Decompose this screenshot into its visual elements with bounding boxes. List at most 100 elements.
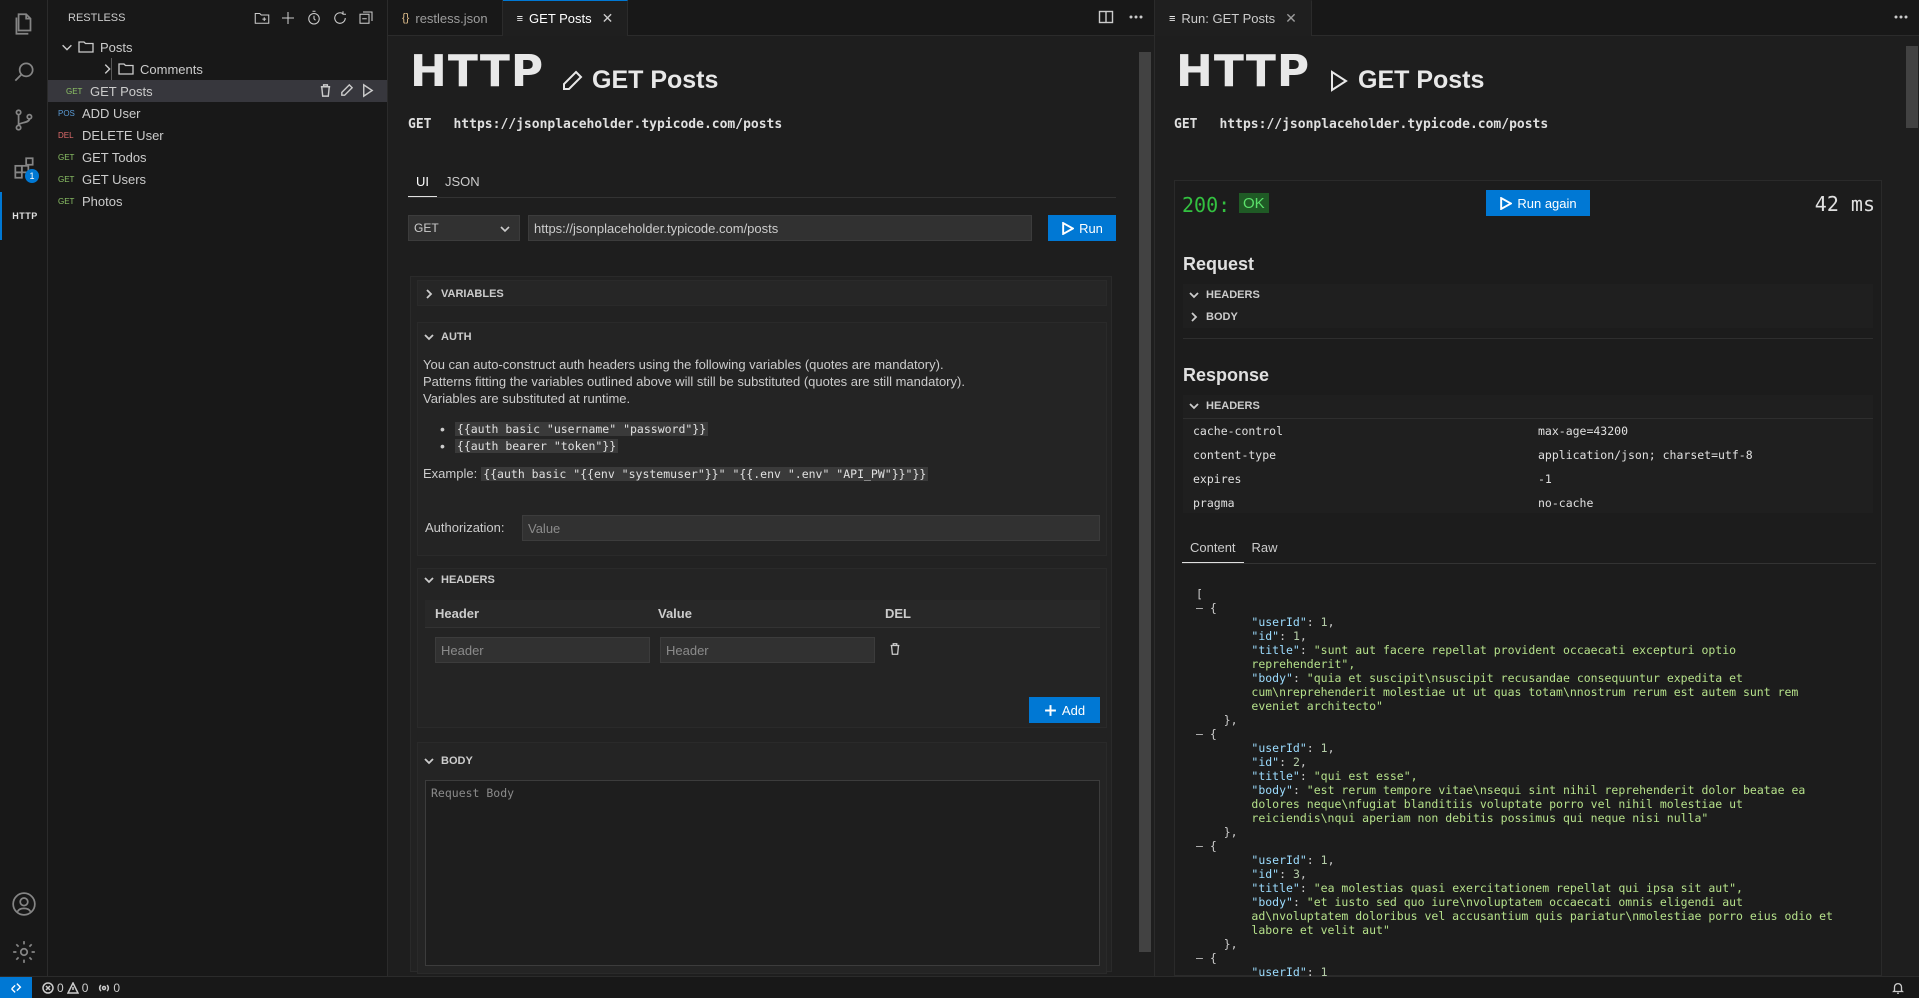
chevron-down-icon bbox=[62, 44, 72, 51]
method-tag: POS bbox=[58, 108, 75, 118]
tree-item-add-user[interactable]: POS ADD User bbox=[48, 102, 387, 124]
json-key: "title" bbox=[1251, 643, 1300, 657]
collapse-toggle[interactable]: – bbox=[1196, 727, 1203, 741]
stopwatch-icon[interactable] bbox=[305, 9, 323, 27]
method-select[interactable]: GET bbox=[408, 215, 520, 241]
play-icon bbox=[1500, 196, 1513, 210]
json-file-icon: {} bbox=[402, 12, 410, 24]
response-scrollbar[interactable] bbox=[1906, 46, 1918, 128]
request-body-toggle[interactable]: BODY bbox=[1188, 311, 1238, 323]
tree-item-get-users[interactable]: GET GET Users bbox=[48, 168, 387, 190]
body-label: BODY bbox=[441, 755, 473, 767]
json-number: 1 bbox=[1320, 741, 1328, 755]
play-icon[interactable] bbox=[1326, 69, 1350, 93]
chevron-right-icon bbox=[426, 289, 433, 299]
auth-description: You can auto-construct auth headers usin… bbox=[423, 356, 1083, 407]
body-toggle[interactable]: BODY bbox=[423, 755, 473, 767]
play-icon[interactable] bbox=[360, 83, 375, 98]
accounts-button[interactable] bbox=[0, 880, 48, 928]
request-headers-toggle[interactable]: HEADERS bbox=[1188, 289, 1260, 301]
close-icon[interactable]: ✕ bbox=[602, 10, 614, 27]
json-string: reiciendis\nqui aperiam non debitis poss… bbox=[1251, 811, 1709, 825]
json-string: cum\nreprehenderit molestiae ut ut quas … bbox=[1251, 685, 1799, 699]
more-actions-icon[interactable] bbox=[1128, 9, 1144, 25]
json-string: ad\nvoluptatem doloribus vel accusantium… bbox=[1251, 909, 1833, 923]
collapse-toggle[interactable]: – bbox=[1196, 601, 1203, 615]
response-duration: 42 ms bbox=[1814, 192, 1875, 216]
header-name-input[interactable] bbox=[435, 637, 650, 663]
extensions-button[interactable]: 1 bbox=[0, 144, 48, 192]
tree-item-delete-user[interactable]: DEL DELETE User bbox=[48, 124, 387, 146]
close-icon[interactable]: ✕ bbox=[1285, 10, 1297, 27]
auth-toggle[interactable]: AUTH bbox=[423, 331, 472, 343]
tree-item-get-posts[interactable]: GET GET Posts bbox=[48, 80, 387, 102]
response-json-view: [ – { "userId": 1, "id": 1, "title": "su… bbox=[1196, 587, 1833, 979]
json-key: "body" bbox=[1251, 671, 1293, 685]
request-method: GET bbox=[1174, 117, 1198, 132]
auth-pattern-item: {{auth bearer "token"}} bbox=[440, 437, 708, 454]
response-header-value: -1 bbox=[1538, 472, 1552, 486]
tree-item-photos[interactable]: GET Photos bbox=[48, 190, 387, 212]
http-view-button[interactable]: HTTP bbox=[0, 192, 48, 240]
pencil-icon[interactable] bbox=[560, 69, 584, 93]
source-control-button[interactable] bbox=[0, 96, 48, 144]
tree-item-label: Photos bbox=[82, 193, 123, 209]
tree-item-label: DELETE User bbox=[82, 127, 164, 143]
trash-icon[interactable] bbox=[318, 83, 333, 98]
add-header-button[interactable]: Add bbox=[1029, 697, 1100, 723]
tab-restless-json[interactable]: {} restless.json bbox=[388, 0, 503, 36]
editor-scrollbar[interactable] bbox=[1139, 52, 1151, 952]
tree-folder-posts[interactable]: Posts bbox=[48, 36, 387, 58]
notifications-button[interactable] bbox=[1891, 981, 1905, 998]
manage-button[interactable] bbox=[0, 928, 48, 976]
authorization-input[interactable] bbox=[522, 515, 1100, 541]
request-url: https://jsonplaceholder.typicode.com/pos… bbox=[453, 117, 783, 132]
search-button[interactable] bbox=[0, 48, 48, 96]
headers-toggle[interactable]: HEADERS bbox=[423, 574, 495, 586]
remote-indicator[interactable] bbox=[0, 976, 32, 998]
auth-label: AUTH bbox=[441, 331, 472, 343]
tree-folder-comments[interactable]: Comments bbox=[48, 58, 387, 80]
new-folder-icon[interactable] bbox=[253, 9, 271, 27]
http-heading: HTTP bbox=[1176, 46, 1311, 97]
more-actions-icon[interactable] bbox=[1893, 9, 1909, 25]
json-string: labore et velit aut" bbox=[1251, 923, 1390, 937]
pencil-icon[interactable] bbox=[339, 83, 354, 98]
run-again-button[interactable]: Run again bbox=[1486, 190, 1590, 216]
variables-toggle[interactable]: VARIABLES bbox=[423, 288, 504, 300]
run-button[interactable]: Run bbox=[1048, 215, 1116, 241]
collapse-all-icon[interactable] bbox=[357, 9, 375, 27]
response-header-value: no-cache bbox=[1538, 496, 1594, 510]
request-headers-label: HEADERS bbox=[1206, 289, 1260, 301]
plus-icon[interactable] bbox=[279, 9, 297, 27]
explorer-button[interactable] bbox=[0, 0, 48, 48]
tab-json[interactable]: JSON bbox=[437, 168, 488, 197]
collapse-toggle[interactable]: – bbox=[1196, 839, 1203, 853]
variables-label: VARIABLES bbox=[441, 288, 504, 300]
response-headers-toggle[interactable]: HEADERS bbox=[1188, 400, 1260, 412]
refresh-icon[interactable] bbox=[331, 9, 349, 27]
run-again-label: Run again bbox=[1517, 195, 1577, 211]
tab-raw[interactable]: Raw bbox=[1244, 534, 1286, 563]
method-tag: DEL bbox=[58, 130, 74, 140]
problems-indicator[interactable]: 0 0 bbox=[42, 981, 88, 995]
request-body-input[interactable] bbox=[425, 780, 1100, 966]
tree-item-get-todos[interactable]: GET GET Todos bbox=[48, 146, 387, 168]
collapse-toggle[interactable]: – bbox=[1196, 951, 1203, 965]
tab-run-get-posts[interactable]: ≡ Run: GET Posts ✕ bbox=[1155, 0, 1312, 36]
url-input[interactable] bbox=[528, 215, 1032, 241]
json-string: reprehenderit", bbox=[1251, 657, 1356, 671]
tab-get-posts[interactable]: ≡ GET Posts ✕ bbox=[502, 0, 629, 36]
tab-content[interactable]: Content bbox=[1182, 534, 1244, 563]
divider bbox=[1183, 338, 1873, 339]
header-value-input[interactable] bbox=[660, 637, 875, 663]
ports-indicator[interactable]: 0 bbox=[98, 981, 120, 995]
auth-example: Example: {{auth basic "{{env "systemuser… bbox=[423, 466, 929, 481]
chevron-right-icon bbox=[104, 64, 111, 74]
split-editor-icon[interactable] bbox=[1098, 9, 1114, 25]
warning-count: 0 bbox=[81, 980, 89, 995]
folder-icon bbox=[118, 63, 134, 75]
tab-ui[interactable]: UI bbox=[408, 168, 437, 197]
headers-table-header: Header Value DEL bbox=[425, 600, 1100, 628]
delete-header-button[interactable] bbox=[888, 642, 902, 659]
